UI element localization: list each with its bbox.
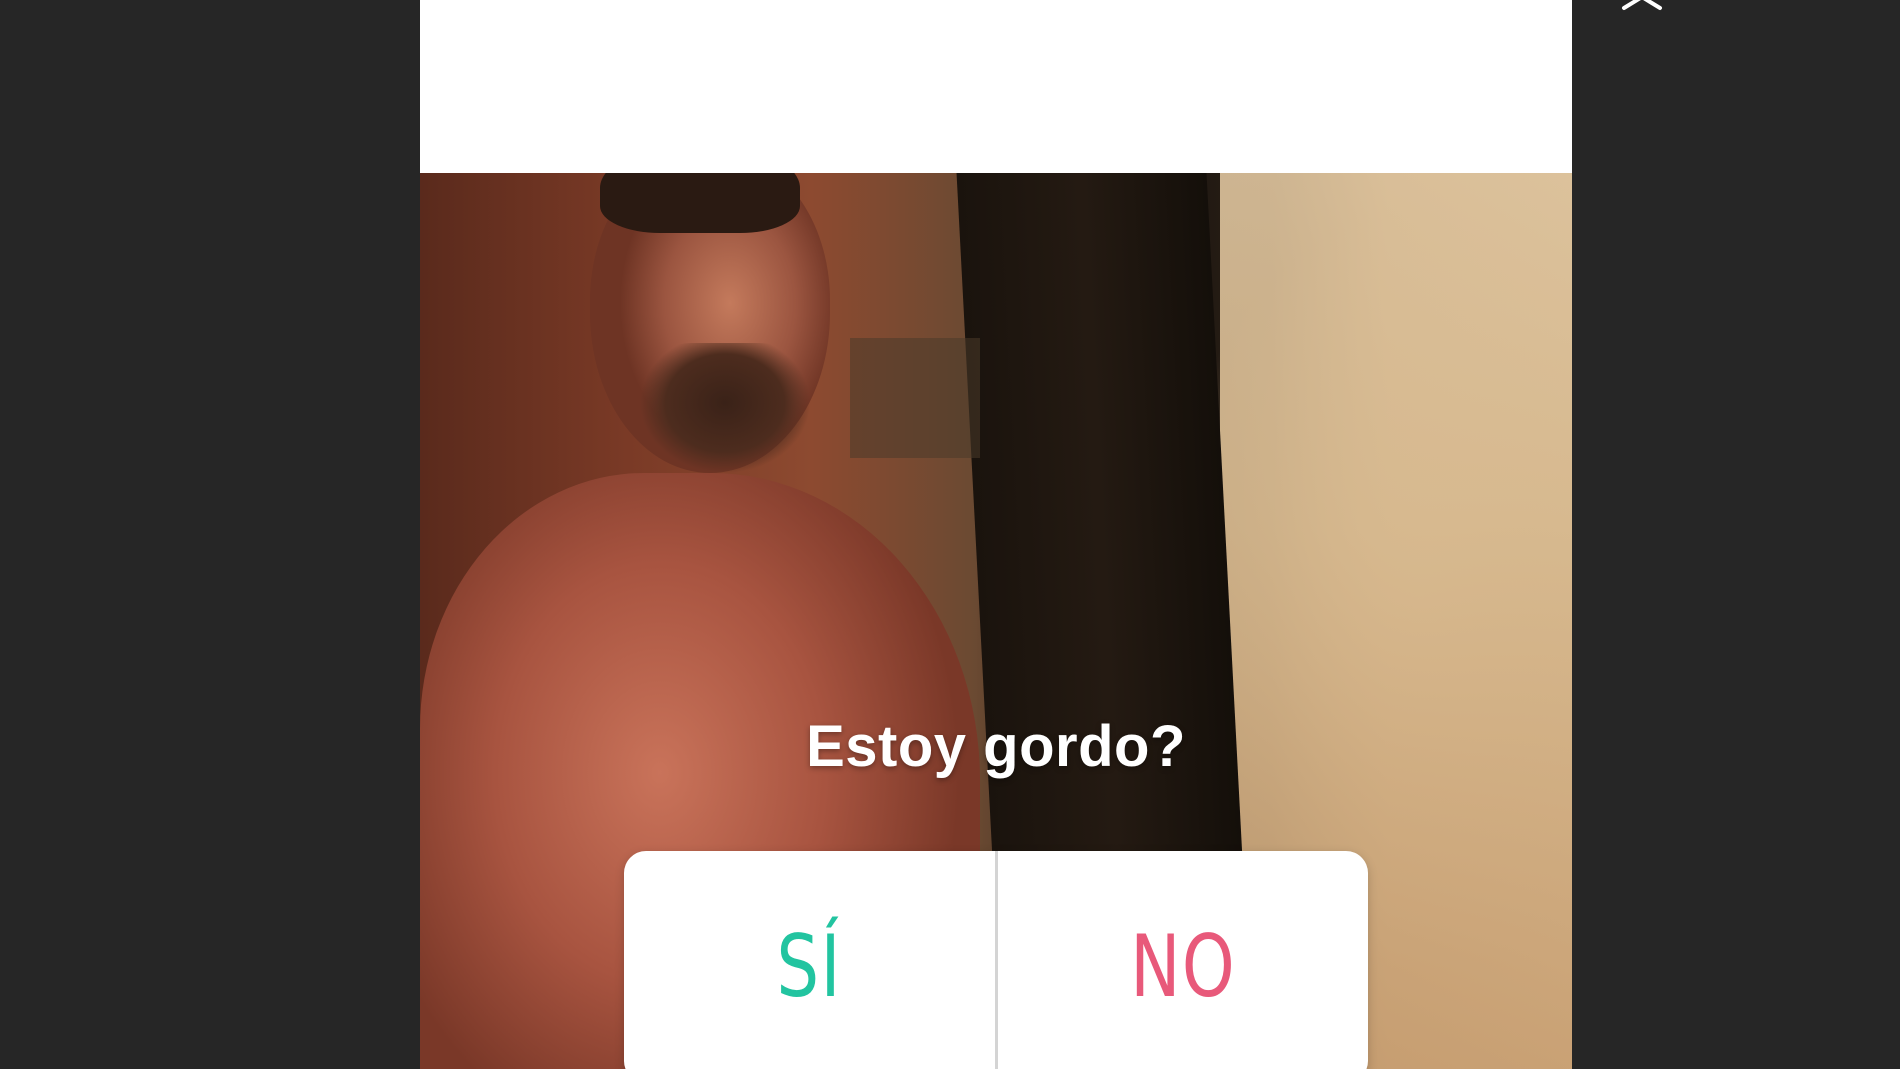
photo-beard [640, 343, 810, 483]
poll-question: Estoy gordo? [806, 714, 1186, 779]
poll-option-yes[interactable]: SÍ [665, 851, 954, 1069]
poll-sticker: SÍ NO [624, 851, 1368, 1069]
photo-wall-picture [850, 338, 980, 458]
poll-option-no[interactable]: NO [1038, 851, 1327, 1069]
poll-divider [994, 851, 998, 1069]
close-icon-glyph [1622, 0, 1662, 10]
close-icon[interactable] [1620, 0, 1664, 12]
story-header [420, 0, 1572, 173]
story-viewer: Estoy gordo? SÍ NO [0, 0, 1900, 1069]
story-frame: Estoy gordo? SÍ NO [420, 0, 1572, 1069]
photo-hair [600, 173, 800, 233]
story-photo: Estoy gordo? SÍ NO [420, 173, 1572, 1069]
